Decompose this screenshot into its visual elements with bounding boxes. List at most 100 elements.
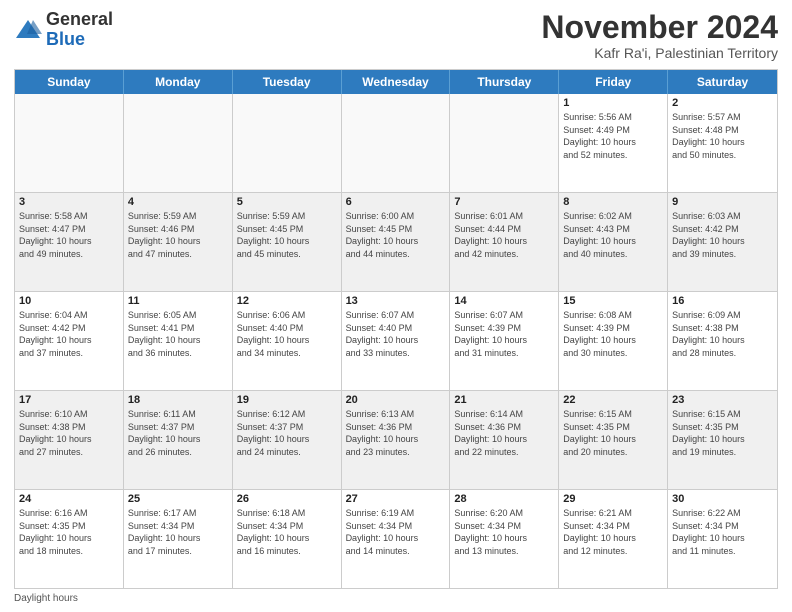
day-number: 8 <box>563 196 663 208</box>
main-title: November 2024 <box>541 10 778 45</box>
calendar-cell: 17 Sunrise: 6:10 AM Sunset: 4:38 PM Dayli… <box>15 391 124 489</box>
day-info: Sunrise: 6:21 AM Sunset: 4:34 PM Dayligh… <box>563 507 663 557</box>
day-info: Sunrise: 6:08 AM Sunset: 4:39 PM Dayligh… <box>563 309 663 359</box>
subtitle: Kafr Ra'i, Palestinian Territory <box>541 45 778 61</box>
day-info: Sunrise: 6:03 AM Sunset: 4:42 PM Dayligh… <box>672 210 773 260</box>
day-info: Sunrise: 5:58 AM Sunset: 4:47 PM Dayligh… <box>19 210 119 260</box>
day-info: Sunrise: 6:10 AM Sunset: 4:38 PM Dayligh… <box>19 408 119 458</box>
calendar-cell <box>233 94 342 192</box>
calendar-week: 1 Sunrise: 5:56 AM Sunset: 4:49 PM Daylig… <box>15 94 777 193</box>
day-info: Sunrise: 6:17 AM Sunset: 4:34 PM Dayligh… <box>128 507 228 557</box>
calendar-cell: 21 Sunrise: 6:14 AM Sunset: 4:36 PM Dayli… <box>450 391 559 489</box>
day-number: 15 <box>563 295 663 307</box>
day-info: Sunrise: 6:13 AM Sunset: 4:36 PM Dayligh… <box>346 408 446 458</box>
calendar-cell: 18 Sunrise: 6:11 AM Sunset: 4:37 PM Dayli… <box>124 391 233 489</box>
day-number: 12 <box>237 295 337 307</box>
footer-note: Daylight hours <box>14 593 778 604</box>
calendar-cell: 16Sunrise: 6:09 AM Sunset: 4:38 PM Dayli… <box>668 292 777 390</box>
day-info: Sunrise: 6:05 AM Sunset: 4:41 PM Dayligh… <box>128 309 228 359</box>
day-info: Sunrise: 5:59 AM Sunset: 4:46 PM Dayligh… <box>128 210 228 260</box>
day-info: Sunrise: 6:01 AM Sunset: 4:44 PM Dayligh… <box>454 210 554 260</box>
calendar-body: 1 Sunrise: 5:56 AM Sunset: 4:49 PM Daylig… <box>15 94 777 588</box>
day-number: 1 <box>563 97 663 109</box>
day-of-week-header: Tuesday <box>233 70 342 94</box>
day-number: 28 <box>454 493 554 505</box>
day-number: 9 <box>672 196 773 208</box>
calendar-cell: 27 Sunrise: 6:19 AM Sunset: 4:34 PM Dayli… <box>342 490 451 588</box>
day-info: Sunrise: 5:57 AM Sunset: 4:48 PM Dayligh… <box>672 111 773 161</box>
day-info: Sunrise: 5:59 AM Sunset: 4:45 PM Dayligh… <box>237 210 337 260</box>
calendar-cell: 20 Sunrise: 6:13 AM Sunset: 4:36 PM Dayli… <box>342 391 451 489</box>
day-info: Sunrise: 6:06 AM Sunset: 4:40 PM Dayligh… <box>237 309 337 359</box>
day-number: 20 <box>346 394 446 406</box>
calendar-cell: 12 Sunrise: 6:06 AM Sunset: 4:40 PM Dayli… <box>233 292 342 390</box>
day-number: 10 <box>19 295 119 307</box>
day-info: Sunrise: 6:15 AM Sunset: 4:35 PM Dayligh… <box>563 408 663 458</box>
day-info: Sunrise: 6:19 AM Sunset: 4:34 PM Dayligh… <box>346 507 446 557</box>
day-number: 23 <box>672 394 773 406</box>
calendar-cell: 23Sunrise: 6:15 AM Sunset: 4:35 PM Dayli… <box>668 391 777 489</box>
day-of-week-header: Sunday <box>15 70 124 94</box>
day-number: 4 <box>128 196 228 208</box>
day-of-week-header: Thursday <box>450 70 559 94</box>
calendar-header: SundayMondayTuesdayWednesdayThursdayFrid… <box>15 70 777 94</box>
calendar-cell: 6Sunrise: 6:00 AM Sunset: 4:45 PM Daylig… <box>342 193 451 291</box>
calendar-cell <box>450 94 559 192</box>
day-number: 17 <box>19 394 119 406</box>
calendar-cell: 9 Sunrise: 6:03 AM Sunset: 4:42 PM Daylig… <box>668 193 777 291</box>
calendar-cell: 11Sunrise: 6:05 AM Sunset: 4:41 PM Dayli… <box>124 292 233 390</box>
day-info: Sunrise: 6:00 AM Sunset: 4:45 PM Dayligh… <box>346 210 446 260</box>
day-info: Sunrise: 6:09 AM Sunset: 4:38 PM Dayligh… <box>672 309 773 359</box>
day-info: Sunrise: 6:11 AM Sunset: 4:37 PM Dayligh… <box>128 408 228 458</box>
calendar-cell: 15 Sunrise: 6:08 AM Sunset: 4:39 PM Dayli… <box>559 292 668 390</box>
day-info: Sunrise: 6:02 AM Sunset: 4:43 PM Dayligh… <box>563 210 663 260</box>
logo-text: General Blue <box>46 10 113 50</box>
day-number: 21 <box>454 394 554 406</box>
calendar-cell: 13Sunrise: 6:07 AM Sunset: 4:40 PM Dayli… <box>342 292 451 390</box>
day-info: Sunrise: 5:56 AM Sunset: 4:49 PM Dayligh… <box>563 111 663 161</box>
day-number: 29 <box>563 493 663 505</box>
calendar-cell: 5 Sunrise: 5:59 AM Sunset: 4:45 PM Daylig… <box>233 193 342 291</box>
day-of-week-header: Monday <box>124 70 233 94</box>
day-number: 14 <box>454 295 554 307</box>
calendar-cell: 8 Sunrise: 6:02 AM Sunset: 4:43 PM Daylig… <box>559 193 668 291</box>
calendar-cell: 4 Sunrise: 5:59 AM Sunset: 4:46 PM Daylig… <box>124 193 233 291</box>
day-number: 7 <box>454 196 554 208</box>
calendar-week: 17 Sunrise: 6:10 AM Sunset: 4:38 PM Dayli… <box>15 391 777 490</box>
logo: General Blue <box>14 10 113 50</box>
calendar-week: 24Sunrise: 6:16 AM Sunset: 4:35 PM Dayli… <box>15 490 777 588</box>
calendar-cell <box>342 94 451 192</box>
calendar-week: 3 Sunrise: 5:58 AM Sunset: 4:47 PM Daylig… <box>15 193 777 292</box>
day-of-week-header: Friday <box>559 70 668 94</box>
logo-general-text: General <box>46 10 113 30</box>
calendar-cell: 3 Sunrise: 5:58 AM Sunset: 4:47 PM Daylig… <box>15 193 124 291</box>
calendar-cell: 7 Sunrise: 6:01 AM Sunset: 4:44 PM Daylig… <box>450 193 559 291</box>
day-number: 2 <box>672 97 773 109</box>
calendar-cell: 22Sunrise: 6:15 AM Sunset: 4:35 PM Dayli… <box>559 391 668 489</box>
day-number: 26 <box>237 493 337 505</box>
day-info: Sunrise: 6:14 AM Sunset: 4:36 PM Dayligh… <box>454 408 554 458</box>
calendar-cell: 14 Sunrise: 6:07 AM Sunset: 4:39 PM Dayli… <box>450 292 559 390</box>
day-info: Sunrise: 6:20 AM Sunset: 4:34 PM Dayligh… <box>454 507 554 557</box>
calendar-week: 10Sunrise: 6:04 AM Sunset: 4:42 PM Dayli… <box>15 292 777 391</box>
day-info: Sunrise: 6:18 AM Sunset: 4:34 PM Dayligh… <box>237 507 337 557</box>
day-number: 13 <box>346 295 446 307</box>
calendar-cell: 26 Sunrise: 6:18 AM Sunset: 4:34 PM Dayli… <box>233 490 342 588</box>
calendar-cell: 10Sunrise: 6:04 AM Sunset: 4:42 PM Dayli… <box>15 292 124 390</box>
logo-blue-text: Blue <box>46 30 113 50</box>
day-number: 30 <box>672 493 773 505</box>
logo-icon <box>14 16 42 44</box>
day-number: 18 <box>128 394 228 406</box>
day-info: Sunrise: 6:22 AM Sunset: 4:34 PM Dayligh… <box>672 507 773 557</box>
header: General Blue November 2024 Kafr Ra'i, Pa… <box>14 10 778 61</box>
day-number: 3 <box>19 196 119 208</box>
day-number: 25 <box>128 493 228 505</box>
day-of-week-header: Saturday <box>668 70 777 94</box>
day-of-week-header: Wednesday <box>342 70 451 94</box>
day-info: Sunrise: 6:07 AM Sunset: 4:39 PM Dayligh… <box>454 309 554 359</box>
day-number: 5 <box>237 196 337 208</box>
day-number: 24 <box>19 493 119 505</box>
day-number: 27 <box>346 493 446 505</box>
calendar-cell: 28 Sunrise: 6:20 AM Sunset: 4:34 PM Dayli… <box>450 490 559 588</box>
calendar-cell: 29 Sunrise: 6:21 AM Sunset: 4:34 PM Dayli… <box>559 490 668 588</box>
